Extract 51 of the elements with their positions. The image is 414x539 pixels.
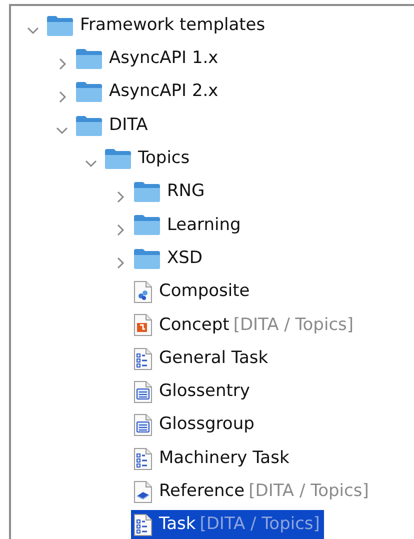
item-label: Learning [167, 214, 241, 237]
item-label: Task [159, 513, 196, 536]
tree-item[interactable]: Glossgroup [131, 410, 258, 440]
item-label: AsyncAPI 1.x [109, 47, 218, 70]
document-icon [133, 480, 153, 504]
folder-icon [133, 248, 161, 270]
folder-icon [46, 14, 74, 37]
item-label: AsyncAPI 2.x [109, 80, 218, 104]
document-icon [133, 346, 153, 371]
path-hint: [DITA / Topics] [233, 314, 354, 337]
item-label: Composite [159, 280, 250, 304]
item-label: DITA [109, 114, 148, 137]
tree-item[interactable]: Topics [102, 144, 194, 174]
tree-item[interactable]: Framework templates [44, 10, 270, 40]
folder-icon [133, 214, 161, 236]
folder-icon [133, 181, 161, 204]
document-icon [133, 446, 153, 470]
tree-item[interactable]: RNG [131, 177, 209, 207]
tree-item[interactable]: General Task [131, 344, 272, 374]
tree-item[interactable]: AsyncAPI 2.x [73, 77, 222, 107]
item-label: Reference [159, 480, 245, 504]
document-icon [133, 413, 153, 438]
item-label: Machinery Task [159, 446, 290, 470]
tree-item[interactable]: XSD [131, 244, 207, 274]
tree-item[interactable]: Composite [131, 277, 254, 307]
item-label: Concept [159, 314, 230, 337]
item-label: Topics [138, 147, 190, 170]
folder-icon [104, 148, 132, 170]
document-icon [133, 280, 153, 304]
path-hint: [DITA / Topics] [200, 513, 320, 536]
folder-icon [75, 81, 103, 104]
tree-item[interactable]: Machinery Task [131, 444, 294, 474]
folder-icon [75, 114, 103, 137]
folder-icon [75, 48, 103, 70]
item-label: Framework templates [80, 14, 266, 37]
item-label: Glossentry [159, 380, 250, 404]
tree-item[interactable]: Reference [DITA / Topics] [131, 477, 373, 507]
tree-item[interactable]: AsyncAPI 1.x [73, 44, 222, 74]
document-icon [133, 380, 153, 404]
tree-item[interactable]: Task [DITA / Topics] [131, 510, 324, 539]
document-icon [133, 513, 153, 538]
tree-item[interactable]: Concept [DITA / Topics] [131, 310, 358, 340]
item-label: Glossgroup [159, 413, 254, 436]
tree-item[interactable]: DITA [73, 110, 152, 140]
path-hint: [DITA / Topics] [248, 480, 369, 504]
tree-item[interactable]: Learning [131, 210, 245, 240]
document-icon [133, 313, 153, 338]
tree-item[interactable]: Glossentry [131, 377, 254, 407]
item-label: RNG [167, 180, 205, 204]
item-label: General Task [159, 346, 268, 370]
item-label: XSD [167, 246, 203, 270]
